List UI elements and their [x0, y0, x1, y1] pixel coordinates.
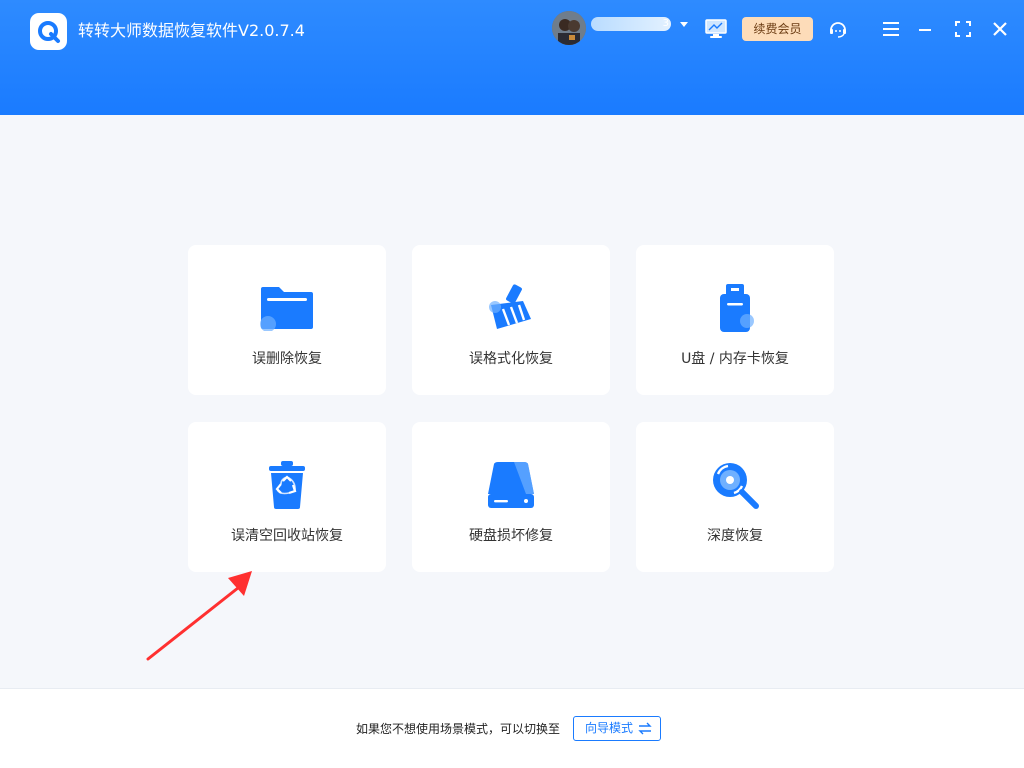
card-format-recovery[interactable]: 误格式化恢复 — [412, 245, 610, 395]
card-label: 误删除恢复 — [252, 351, 322, 367]
maximize-icon[interactable] — [952, 18, 974, 40]
customer-service-icon[interactable] — [827, 18, 849, 40]
card-label: 深度恢复 — [707, 528, 763, 544]
swap-icon — [638, 722, 652, 735]
avatar[interactable] — [552, 11, 586, 45]
chevron-down-icon[interactable] — [680, 22, 688, 27]
footer-hint: 如果您不想使用场景模式，可以切换至 — [356, 722, 561, 736]
footer-bar: 如果您不想使用场景模式，可以切换至 向导模式 — [0, 688, 1024, 768]
card-disk-repair[interactable]: 硬盘损坏修复 — [412, 422, 610, 572]
app-logo — [30, 13, 67, 50]
deep-scan-icon — [705, 459, 765, 511]
minimize-icon[interactable] — [914, 18, 936, 40]
card-deleted-recovery[interactable]: 误删除恢复 — [188, 245, 386, 395]
recycle-bin-icon — [257, 459, 317, 511]
card-label: 硬盘损坏修复 — [469, 528, 553, 544]
card-deep-recovery[interactable]: 深度恢复 — [636, 422, 834, 572]
folder-icon — [257, 282, 317, 334]
app-title: 转转大师数据恢复软件V2.0.7.4 — [78, 21, 305, 40]
broom-icon — [481, 282, 541, 334]
card-label: 误清空回收站恢复 — [231, 528, 343, 544]
close-icon[interactable] — [989, 18, 1011, 40]
card-recycle-bin-recovery[interactable]: 误清空回收站恢复 — [188, 422, 386, 572]
card-label: U盘 / 内存卡恢复 — [681, 351, 789, 367]
card-usb-recovery[interactable]: U盘 / 内存卡恢复 — [636, 245, 834, 395]
guide-mode-label: 向导模式 — [585, 721, 634, 735]
annotation-arrow — [146, 571, 252, 661]
usb-drive-icon — [705, 282, 765, 334]
hard-disk-icon — [481, 459, 541, 511]
menu-icon[interactable] — [880, 18, 902, 40]
renew-membership-button[interactable]: 续费会员 — [742, 17, 813, 41]
card-label: 误格式化恢复 — [469, 351, 553, 367]
monitor-icon[interactable] — [705, 19, 727, 39]
title-bar: 转转大师数据恢复软件V2.0.7.4 3 续费会员 — [0, 0, 1024, 115]
user-name[interactable]: 3 — [591, 17, 671, 31]
guide-mode-button[interactable]: 向导模式 — [573, 716, 661, 741]
